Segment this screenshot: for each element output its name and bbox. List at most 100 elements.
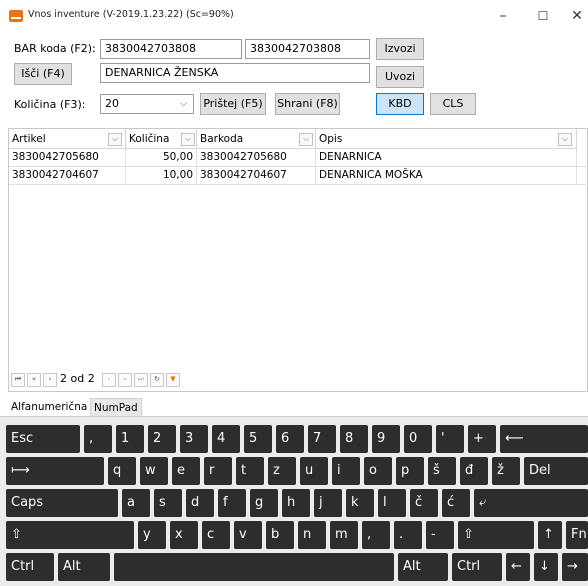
bar-code-input-2[interactable]: 3830042703808 [245, 39, 370, 59]
key-c[interactable]: c [202, 521, 230, 549]
column-header-opis[interactable]: Opis ⌵ [316, 129, 577, 149]
clear-button[interactable]: CLS [430, 93, 476, 115]
column-header-artikel[interactable]: Artikel ⌵ [9, 129, 126, 149]
key-6[interactable]: 6 [276, 425, 304, 453]
key-i[interactable]: i [332, 457, 360, 485]
filter-icon[interactable]: ⌵ [181, 133, 195, 146]
key-4[interactable]: 4 [212, 425, 240, 453]
filter-icon[interactable]: ⌵ [558, 133, 572, 146]
ctrl-key-left[interactable]: Ctrl [6, 553, 54, 581]
last-record-icon[interactable]: ⏭ [134, 373, 148, 387]
key-5[interactable]: 5 [244, 425, 272, 453]
tab-numpad[interactable]: NumPad [90, 398, 142, 416]
key-h[interactable]: h [282, 489, 310, 517]
key-8[interactable]: 8 [340, 425, 368, 453]
refresh-icon[interactable]: ↻ [150, 373, 164, 387]
delete-key[interactable]: Del [524, 457, 588, 485]
close-button[interactable]: ✕ [560, 2, 588, 30]
filter-icon[interactable]: ▼ [166, 373, 180, 387]
key-apostrophe[interactable]: ' [436, 425, 464, 453]
minimize-button[interactable]: – [486, 2, 520, 30]
quantity-select[interactable]: 20 ⌵ [100, 94, 194, 114]
key-c-acute[interactable]: ć [442, 489, 470, 517]
key-s-caron[interactable]: š [428, 457, 456, 485]
caps-lock-key[interactable]: Caps [6, 489, 118, 517]
next-page-icon[interactable]: » [118, 373, 132, 387]
key-comma[interactable]: , [84, 425, 112, 453]
search-button[interactable]: Išči (F4) [14, 63, 72, 85]
key-v[interactable]: v [234, 521, 262, 549]
save-button[interactable]: Shrani (F8) [275, 93, 340, 115]
keyboard-toggle-button[interactable]: KBD [376, 93, 424, 115]
key-m[interactable]: m [330, 521, 358, 549]
key-n[interactable]: n [298, 521, 326, 549]
backspace-key[interactable]: ⟵ [500, 425, 588, 453]
key-a[interactable]: a [122, 489, 150, 517]
import-button[interactable]: Uvozi [376, 66, 424, 88]
key-y[interactable]: y [138, 521, 166, 549]
key-p[interactable]: p [396, 457, 424, 485]
key-x[interactable]: x [170, 521, 198, 549]
key-7[interactable]: 7 [308, 425, 336, 453]
alt-key-right[interactable]: Alt [398, 553, 448, 581]
key-f[interactable]: f [218, 489, 246, 517]
key-plus[interactable]: + [468, 425, 496, 453]
key-r[interactable]: r [204, 457, 232, 485]
description-field[interactable]: DENARNICA ŽENSKA [100, 63, 370, 83]
prev-record-icon[interactable]: ‹ [43, 373, 57, 387]
table-row[interactable]: 3830042705680 50,00 3830042705680 DENARN… [9, 149, 588, 167]
export-button[interactable]: Izvozi [376, 38, 424, 60]
key-k[interactable]: k [346, 489, 374, 517]
key-d[interactable]: d [186, 489, 214, 517]
filter-icon[interactable]: ⌵ [299, 133, 313, 146]
key-minus[interactable]: - [426, 521, 454, 549]
key-t[interactable]: t [236, 457, 264, 485]
alt-key-left[interactable]: Alt [58, 553, 110, 581]
key-e[interactable]: e [172, 457, 200, 485]
key-c-caron[interactable]: č [410, 489, 438, 517]
key-l[interactable]: l [378, 489, 406, 517]
key-esc[interactable]: Esc [6, 425, 80, 453]
arrow-up-key[interactable]: ↑ [538, 521, 562, 549]
ctrl-key-right[interactable]: Ctrl [452, 553, 502, 581]
bar-code-input[interactable]: 3830042703808 [100, 39, 242, 59]
arrow-down-key[interactable]: ↓ [534, 553, 558, 581]
key-u[interactable]: u [300, 457, 328, 485]
key-q[interactable]: q [108, 457, 136, 485]
table-row[interactable]: 3830042704607 10,00 3830042704607 DENARN… [9, 167, 588, 185]
space-key[interactable] [114, 553, 394, 581]
chevron-down-icon: ⌵ [180, 99, 187, 109]
key-j[interactable]: j [314, 489, 342, 517]
maximize-button[interactable]: ☐ [526, 2, 560, 30]
shift-key-right[interactable]: ⇧ [458, 521, 534, 549]
arrow-left-key[interactable]: ← [506, 553, 530, 581]
fn-key[interactable]: Fn [566, 521, 588, 549]
key-w[interactable]: w [140, 457, 168, 485]
key-1[interactable]: 1 [116, 425, 144, 453]
column-header-barkoda[interactable]: Barkoda ⌵ [197, 129, 316, 149]
next-record-icon[interactable]: › [102, 373, 116, 387]
key-2[interactable]: 2 [148, 425, 176, 453]
key-period[interactable]: . [394, 521, 422, 549]
tab-key[interactable]: ⟼ [6, 457, 104, 485]
add-button[interactable]: Prištej (F5) [200, 93, 266, 115]
column-header-kolicina[interactable]: Količina ⌵ [126, 129, 197, 149]
tab-alfanumericna[interactable]: Alfanumerična [8, 398, 90, 416]
first-record-icon[interactable]: ⏮ [11, 373, 25, 387]
key-3[interactable]: 3 [180, 425, 208, 453]
key-o[interactable]: o [364, 457, 392, 485]
key-z-caron[interactable]: ž [492, 457, 520, 485]
key-s[interactable]: s [154, 489, 182, 517]
prev-page-icon[interactable]: « [27, 373, 41, 387]
filter-icon[interactable]: ⌵ [108, 133, 122, 146]
key-z[interactable]: z [268, 457, 296, 485]
arrow-right-key[interactable]: → [562, 553, 588, 581]
key-b[interactable]: b [266, 521, 294, 549]
key-9[interactable]: 9 [372, 425, 400, 453]
key-0[interactable]: 0 [404, 425, 432, 453]
enter-key[interactable]: ⤶ [474, 489, 588, 517]
key-d-stroke[interactable]: đ [460, 457, 488, 485]
key-comma-2[interactable]: , [362, 521, 390, 549]
shift-key-left[interactable]: ⇧ [6, 521, 134, 549]
key-g[interactable]: g [250, 489, 278, 517]
